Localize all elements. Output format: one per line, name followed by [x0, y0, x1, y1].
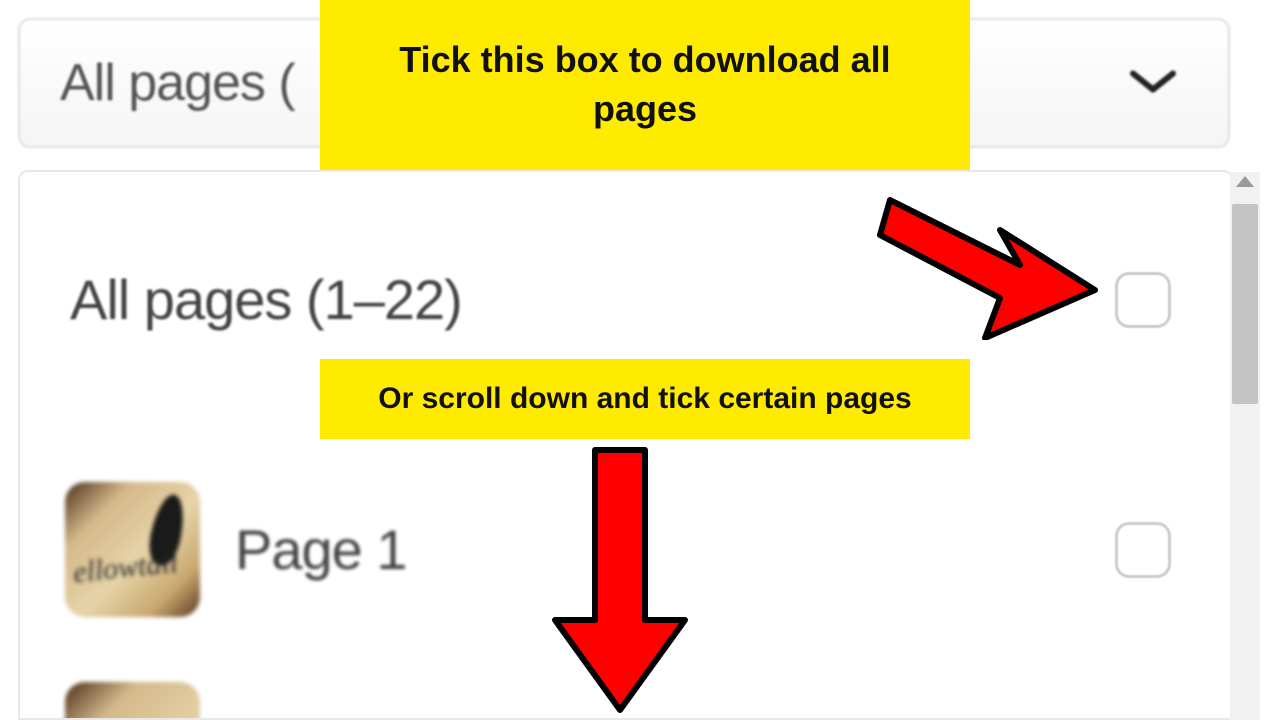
page-1-thumbnail: ellowtail	[65, 482, 200, 617]
page-1-checkbox[interactable]	[1115, 522, 1171, 578]
annotation-arrow-down	[545, 440, 695, 720]
scrollbar[interactable]	[1230, 172, 1260, 720]
page-2-thumbnail-partial	[65, 682, 200, 720]
all-pages-checkbox[interactable]	[1115, 272, 1171, 328]
dropdown-header-text: All pages (	[60, 53, 295, 113]
page-1-label: Page 1	[235, 517, 407, 582]
scroll-up-icon[interactable]	[1236, 176, 1254, 187]
chevron-down-icon	[1128, 66, 1178, 101]
all-pages-label: All pages (1–22)	[70, 267, 462, 332]
annotation-arrow-right	[870, 180, 1105, 340]
scrollbar-thumb[interactable]	[1232, 204, 1258, 404]
annotation-callout-mid: Or scroll down and tick certain pages	[320, 359, 970, 439]
annotation-callout-top: Tick this box to download all pages	[320, 0, 970, 170]
thumb-text: ellowtail	[72, 546, 180, 591]
page-1-left: ellowtail Page 1	[65, 482, 407, 617]
